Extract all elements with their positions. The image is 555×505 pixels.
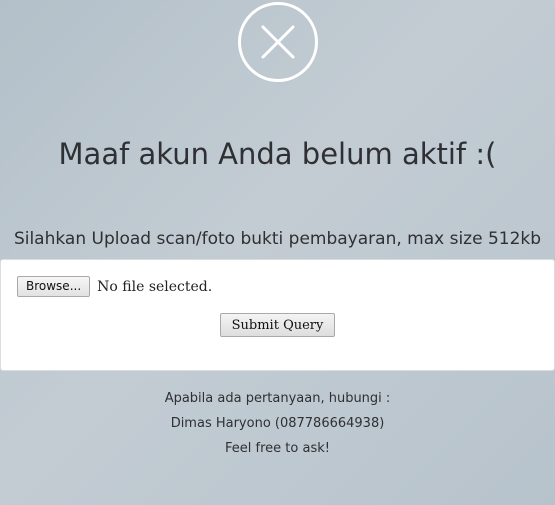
contact-closing: Feel free to ask! (225, 441, 330, 456)
file-status-text: No file selected. (97, 278, 213, 295)
upload-form: Browse... No file selected. Submit Query (0, 259, 555, 371)
contact-person: Dimas Haryono (087786664938) (170, 416, 385, 431)
submit-button[interactable]: Submit Query (220, 313, 335, 337)
upload-instruction: Silahkan Upload scan/foto bukti pembayar… (13, 229, 542, 249)
x-mark-icon (261, 25, 295, 59)
close-icon (238, 2, 318, 82)
browse-button[interactable]: Browse... (17, 276, 91, 297)
file-input[interactable]: Browse... No file selected. (17, 276, 212, 297)
page-title: Maaf akun Anda belum aktif :( (58, 137, 497, 171)
contact-prompt: Apabila ada pertanyaan, hubungi : (164, 391, 391, 406)
contact-info: Apabila ada pertanyaan, hubungi : Dimas … (0, 386, 555, 461)
